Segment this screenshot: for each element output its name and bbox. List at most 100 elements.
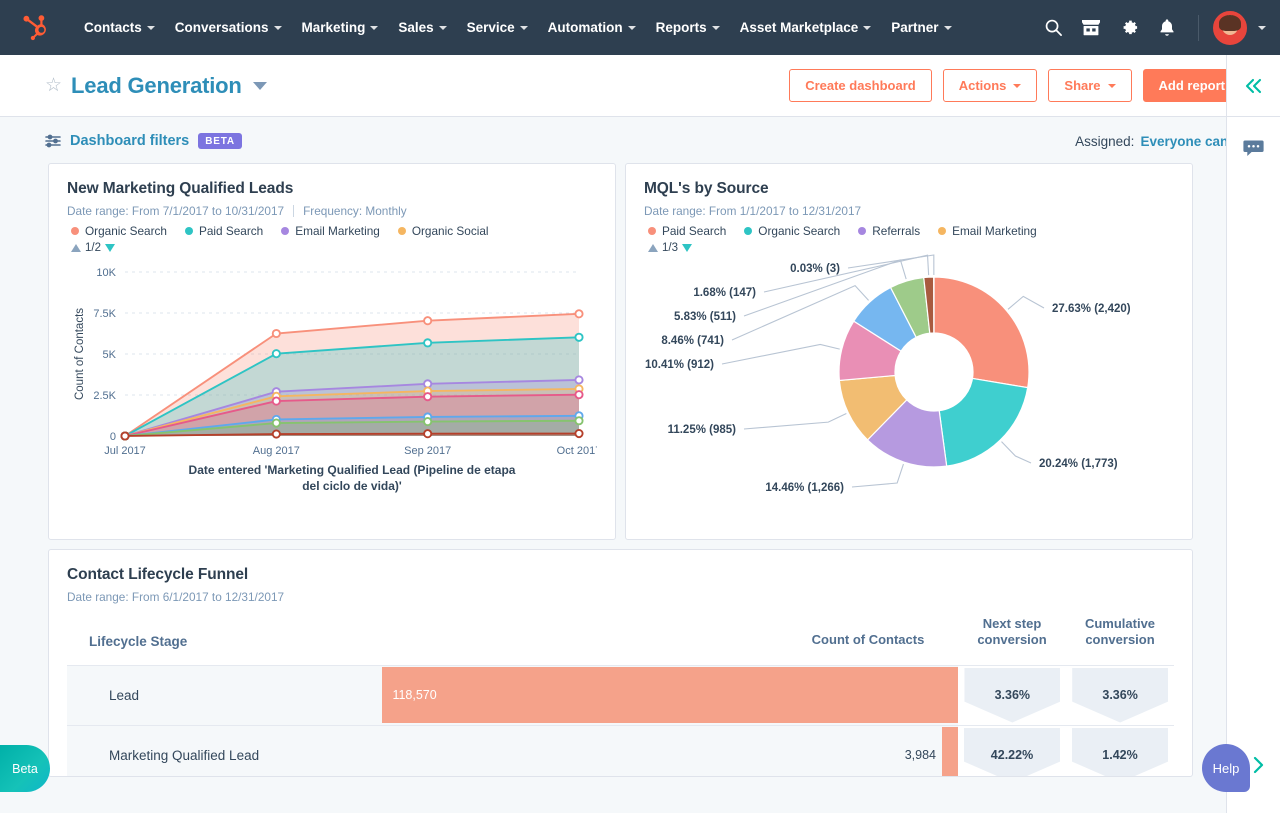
page-title[interactable]: Lead Generation [71,73,242,99]
funnel-stage-name: Lead [67,665,383,725]
pager-count: 1/2 [85,242,101,254]
svg-text:10K: 10K [96,267,116,279]
nav-item-asset-marketplace[interactable]: Asset Marketplace [730,14,882,41]
nav-item-marketing[interactable]: Marketing [292,14,389,41]
legend-color-dot [858,227,867,235]
top-navigation-bar: Contacts Conversations Marketing Sales S… [0,0,1280,55]
nav-item-partner[interactable]: Partner [881,14,961,41]
actions-button[interactable]: Actions [942,68,1038,103]
date-range-text: Date range: From 7/1/2017 to 10/31/2017 [67,204,285,218]
line-area-chart[interactable]: 0 2.5K 5K 7.5K 10K Count of Contacts Jul 2017 A… [67,254,597,509]
svg-text:Jul 2017: Jul 2017 [104,445,146,457]
svg-text:Oct 2017: Oct 2017 [557,445,597,457]
bell-icon[interactable] [1150,11,1184,45]
header-action-buttons: Create dashboard Actions Share Add repor… [789,68,1256,103]
funnel-metric-columns: Count of Contacts Next step conversion C… [778,616,1174,649]
table-row[interactable]: Lead 118,570 3.36% 3.36% [67,664,1174,725]
create-dashboard-button[interactable]: Create dashboard [789,68,932,103]
button-label: Actions [958,77,1007,93]
nav-item-sales[interactable]: Sales [388,14,456,41]
expand-panel-button[interactable] [1250,753,1266,777]
nav-utility-icons [1036,10,1266,45]
chevron-down-icon [711,25,720,30]
pager-up-icon[interactable] [648,244,658,252]
nav-label: Sales [398,20,434,35]
card-subtitle: Date range: From 6/1/2017 to 12/31/2017 [67,590,1174,604]
svg-text:7.5K: 7.5K [93,308,116,320]
legend-item-email-marketing[interactable]: Email Marketing [938,224,1037,238]
chevron-down-icon [146,25,155,30]
star-outline-icon[interactable]: ☆ [45,76,62,95]
date-range-text: Date range: From 1/1/2017 to 12/31/2017 [644,204,862,218]
nav-label: Contacts [84,20,142,35]
legend-label: Email Marketing [295,224,380,238]
funnel-bar-container: 118,570 [382,665,959,725]
donut-slice-label: 14.46% (1,266) [765,482,844,494]
svg-text:2.5K: 2.5K [93,390,116,402]
hubspot-sprocket-icon[interactable] [22,13,52,43]
donut-chart[interactable]: 27.63% (2,420) 20.24% (1,773) 14.46% (1,26… [644,254,1174,512]
nav-item-reports[interactable]: Reports [646,14,730,41]
donut-slice-label: 20.24% (1,773) [1039,458,1118,470]
dashboard-header: ☆ Lead Generation Create dashboard Actio… [0,55,1280,117]
help-button[interactable]: Help [1202,744,1250,792]
next-step-conversion-cell: 3.36% [958,666,1066,725]
dashboard-filters-toggle[interactable]: Dashboard filters BETA [45,133,242,149]
legend-item-paid-search[interactable]: Paid Search [648,224,726,238]
chevron-down-icon[interactable] [1258,25,1266,30]
chat-bubble-icon[interactable] [1227,139,1280,158]
search-icon[interactable] [1036,11,1070,45]
share-button[interactable]: Share [1048,68,1132,103]
legend-item-email-marketing[interactable]: Email Marketing [281,224,380,238]
legend-label: Paid Search [198,224,264,238]
legend-label: Organic Search [85,224,167,238]
chevron-down-icon [273,25,282,30]
avatar[interactable] [1213,10,1247,45]
beta-tab-label: Beta [12,761,38,776]
date-range-text: Date range: From 6/1/2017 to 12/31/2017 [67,590,285,604]
button-label: Add report [1158,77,1225,93]
caret-down-icon[interactable] [252,81,267,90]
pager-up-icon[interactable] [71,244,81,252]
gear-icon[interactable] [1112,11,1146,45]
funnel-bar-container: 3,984 [383,725,958,776]
chart-legend: Organic Search Paid Search Email Marketi… [67,224,597,238]
legend-item-referrals[interactable]: Referrals [858,224,920,238]
legend-item-organic-search[interactable]: Organic Search [71,224,167,238]
divider [293,205,295,217]
card-title: MQL's by Source [644,180,769,197]
marketplace-icon[interactable] [1074,11,1108,45]
nav-item-service[interactable]: Service [457,14,538,41]
chevron-down-icon [438,25,447,30]
nav-item-automation[interactable]: Automation [538,14,646,41]
legend-label: Paid Search [662,224,727,238]
card-contact-lifecycle-funnel: Contact Lifecycle Funnel Date range: Fro… [48,549,1193,777]
card-subtitle: Date range: From 1/1/2017 to 12/31/2017 [644,204,1174,218]
legend-label: Referrals [872,224,921,238]
legend-item-paid-search[interactable]: Paid Search [184,224,264,238]
button-label: Share [1064,77,1101,93]
cumulative-conversion-cell: 1.42% [1066,726,1174,776]
donut-slice-label: 27.63% (2,420) [1052,303,1131,315]
legend-item-organic-search[interactable]: Organic Search [744,224,840,238]
pager-down-icon[interactable] [682,244,692,252]
funnel-bar: 118,570 [382,667,959,723]
beta-feedback-tab[interactable]: Beta [0,745,50,792]
chevron-down-icon [370,25,379,30]
dashboard-filter-bar: Dashboard filters BETA Assigned: Everyon… [0,117,1280,163]
legend-item-organic-social[interactable]: Organic Social [397,224,489,238]
cumulative-conversion-value: 3.36% [1102,688,1138,702]
nav-item-contacts[interactable]: Contacts [74,14,165,41]
legend-label: Organic Search [758,224,841,238]
legend-label: Email Marketing [952,224,1037,238]
column-header-cumulative-conversion: Cumulative conversion [1084,616,1156,648]
dashboard-grid: New Marketing Qualified Leads Date range… [0,163,1280,777]
next-step-conversion-value: 3.36% [994,688,1031,702]
donut-slice-label: 8.46% (741) [661,335,724,347]
column-header-next-step-conversion: Next step conversion [977,616,1047,648]
collapse-sidebar-button[interactable] [1227,55,1280,117]
nav-item-conversations[interactable]: Conversations [165,14,292,41]
table-row[interactable]: Marketing Qualified Lead 3,984 42.22% 1.… [67,724,1174,776]
pager-down-icon[interactable] [105,244,115,252]
card-subtitle: Date range: From 7/1/2017 to 10/31/2017 … [67,204,597,218]
